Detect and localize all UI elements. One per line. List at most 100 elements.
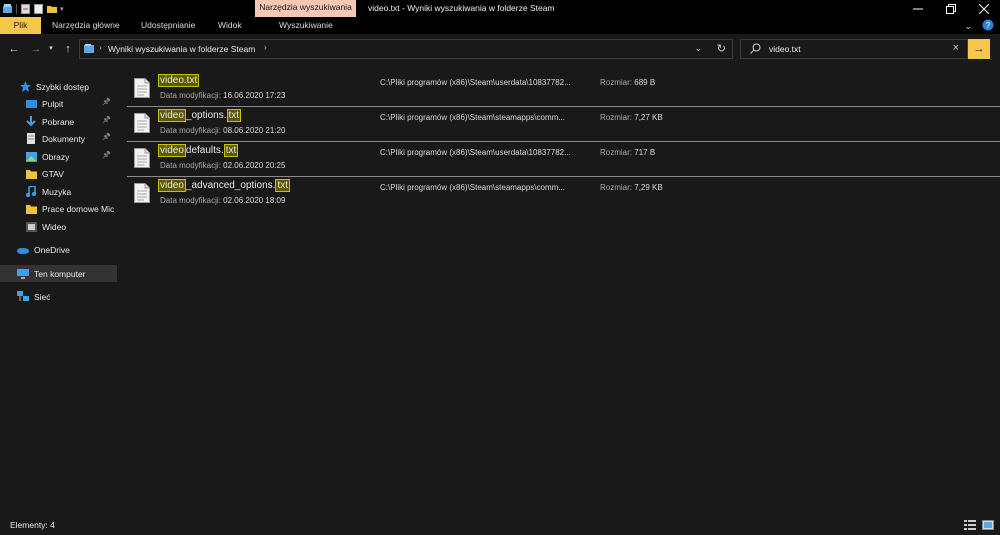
pin-icon[interactable]: 📌: [102, 133, 111, 141]
documents-icon: [25, 133, 37, 145]
music-icon: [25, 186, 37, 198]
clear-icon[interactable]: ×: [953, 42, 959, 54]
sidebar-item-label: Szybki dostęp: [36, 81, 89, 92]
list-item[interactable]: video _options. txt Data modyfikacji: 08.06…: [127, 107, 1000, 142]
search-match-highlight: video.txt: [158, 74, 200, 87]
sidebar-item-pobrane[interactable]: Pobrane 📌: [0, 113, 117, 130]
tab-search[interactable]: Wyszukiwanie: [279, 17, 333, 34]
minimize-icon[interactable]: [901, 0, 934, 17]
folder-icon[interactable]: [47, 4, 57, 14]
breadcrumb[interactable]: Wyniki wyszukiwania w folderze Steam: [108, 44, 255, 54]
tab-file[interactable]: Plik: [0, 17, 41, 34]
download-icon: [25, 116, 37, 128]
svg-text:?: ?: [986, 21, 991, 30]
size-value: 7,27 KB: [634, 113, 663, 122]
large-icons-view-icon[interactable]: [982, 520, 994, 532]
tab-share[interactable]: Udostępnianie: [141, 17, 195, 34]
pin-icon[interactable]: 📌: [102, 98, 111, 106]
sidebar-item-dokumenty[interactable]: Dokumenty 📌: [0, 130, 117, 147]
file-name[interactable]: video _options. txt: [158, 109, 242, 122]
sidebar-item-gtav[interactable]: GTAV: [0, 165, 117, 182]
forward-icon[interactable]: →: [28, 36, 44, 62]
search-input[interactable]: video.txt ×: [740, 39, 968, 59]
sidebar-item-label: Obrazy: [42, 151, 70, 162]
chevron-down-icon[interactable]: ⌄: [694, 43, 702, 54]
size-value: 717 B: [634, 148, 656, 157]
tab-home[interactable]: Narzędzia główne: [52, 17, 120, 34]
file-size: Rozmiar: 7,27 KB: [600, 113, 663, 122]
onedrive-icon: [17, 244, 29, 256]
size-label: Rozmiar:: [600, 183, 633, 192]
address-bar[interactable]: › Wyniki wyszukiwania w folderze Steam ›…: [79, 39, 733, 59]
sidebar-item-label: Prace domowe Mic: [42, 203, 115, 214]
list-item[interactable]: video.txt Data modyfikacji: 16.06.2020 17…: [127, 72, 1000, 107]
window-controls: [901, 0, 1000, 17]
sidebar-item-wideo[interactable]: Wideo: [0, 218, 117, 235]
pin-icon[interactable]: 📌: [102, 116, 111, 124]
navigation-bar: ← → ▾ ↑ › Wyniki wyszukiwania w folderze…: [0, 36, 1000, 62]
size-label: Rozmiar:: [600, 78, 633, 87]
file-size: Rozmiar: 7,29 KB: [600, 183, 663, 192]
search-tools-context-tab[interactable]: Narzędzia wyszukiwania: [255, 0, 356, 17]
network-icon: [17, 291, 29, 303]
search-value[interactable]: video.txt: [769, 44, 801, 54]
recent-locations-icon[interactable]: ▾: [46, 36, 56, 62]
file-path: C:\Pliki programów (x86)\Steam\userdata\…: [380, 148, 571, 157]
sidebar-item-pulpit[interactable]: Pulpit 📌: [0, 95, 117, 112]
file-size: Rozmiar: 717 B: [600, 148, 655, 157]
date-value: 02.06.2020 20:25: [223, 161, 286, 170]
text-file-icon: [134, 148, 150, 170]
window-title: video.txt - Wyniki wyszukiwania w folder…: [368, 3, 555, 13]
chevron-right-icon[interactable]: ›: [99, 43, 102, 52]
sidebar-item-label: Pobrane: [42, 116, 75, 127]
list-item[interactable]: video _advanced_options. txt Data modyfikac…: [127, 177, 1000, 212]
file-name[interactable]: video.txt: [158, 74, 200, 87]
divider: [16, 3, 17, 14]
ribbon-controls: ⌄ ?: [964, 19, 994, 33]
sidebar-item-sieć[interactable]: Sieć: [0, 288, 117, 305]
help-icon[interactable]: ?: [982, 19, 994, 33]
file-size: Rozmiar: 689 B: [600, 78, 655, 87]
text-file-icon: [134, 183, 150, 205]
sidebar-item-ten-komputer[interactable]: Ten komputer: [0, 265, 117, 282]
pictures-icon: [25, 151, 37, 163]
file-name[interactable]: video defaults. txt: [158, 144, 239, 157]
sidebar-item-muzyka[interactable]: Muzyka: [0, 183, 117, 200]
sidebar-item-onedrive[interactable]: OneDrive: [0, 241, 117, 258]
details-view-icon[interactable]: [964, 520, 976, 532]
customize-toolbar-icon[interactable]: ▾: [60, 5, 64, 13]
sidebar-item-label: Ten komputer: [34, 268, 86, 279]
search-match-highlight: video: [158, 109, 186, 122]
restore-icon[interactable]: [934, 0, 967, 17]
folder-icon: [25, 203, 37, 215]
file-name[interactable]: video _advanced_options. txt: [158, 179, 290, 192]
file-name-part: defaults.: [185, 145, 224, 156]
chevron-right-icon[interactable]: ›: [264, 43, 267, 52]
sidebar-item-label: Sieć: [34, 291, 51, 302]
date-modified: Data modyfikacji: 02.06.2020 18:09: [160, 196, 285, 205]
file-path: C:\Pliki programów (x86)\Steam\steamapps…: [380, 183, 565, 192]
back-icon[interactable]: ←: [6, 36, 22, 62]
computer-icon: [17, 268, 29, 280]
sidebar-item-obrazy[interactable]: Obrazy 📌: [0, 148, 117, 165]
sidebar-item-label: Muzyka: [42, 186, 72, 197]
sidebar-item-label: OneDrive: [34, 244, 70, 255]
sidebar-item-prace-domowe-mic[interactable]: Prace domowe Mic: [0, 200, 117, 217]
text-file-icon: [134, 113, 150, 135]
up-icon[interactable]: ↑: [61, 36, 75, 62]
close-icon[interactable]: [967, 0, 1000, 17]
file-path: C:\Pliki programów (x86)\Steam\userdata\…: [380, 78, 571, 87]
search-go-button[interactable]: →: [968, 39, 990, 59]
status-bar: Elementy: 4: [0, 516, 1000, 535]
chevron-down-icon[interactable]: ⌄: [964, 21, 972, 32]
refresh-icon[interactable]: ↻: [717, 42, 726, 55]
sidebar-item-szybki-dostęp[interactable]: Szybki dostęp: [0, 78, 117, 95]
date-value: 08.06.2020 21:20: [223, 126, 286, 135]
desktop-icon: [25, 98, 37, 110]
size-label: Rozmiar:: [600, 113, 633, 122]
tab-view[interactable]: Widok: [218, 17, 242, 34]
new-folder-icon[interactable]: [34, 3, 43, 14]
properties-icon[interactable]: [21, 3, 30, 14]
pin-icon[interactable]: 📌: [102, 151, 111, 159]
list-item[interactable]: video defaults. txt Data modyfikacji: 02.06…: [127, 142, 1000, 177]
